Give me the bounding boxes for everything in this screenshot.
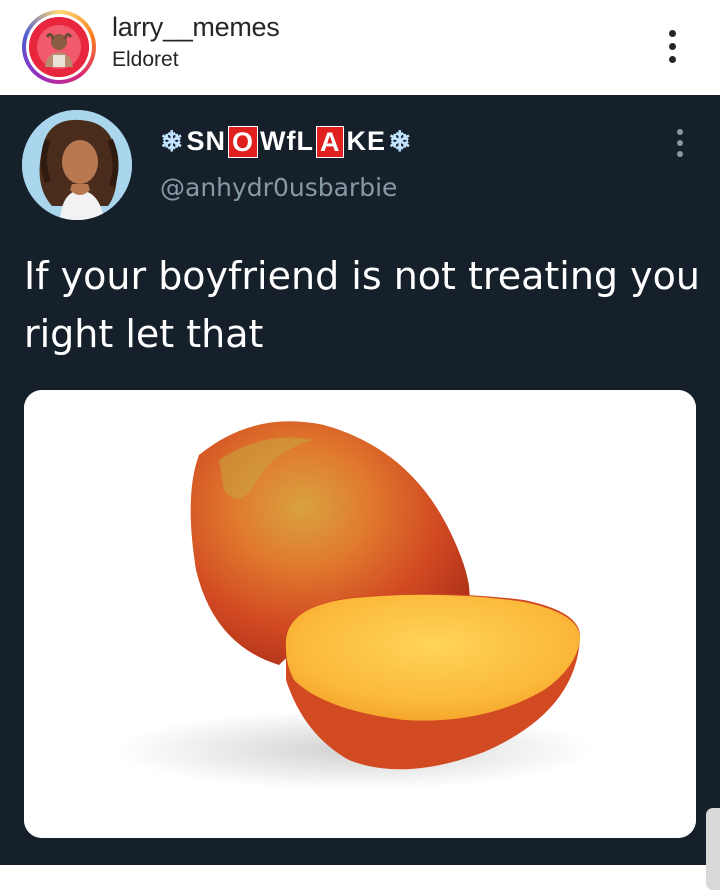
name-boxed-letter: O <box>227 125 258 158</box>
dot <box>677 151 683 157</box>
name-part: SN <box>186 126 226 156</box>
name-part: WfL <box>260 126 314 156</box>
more-options-icon[interactable] <box>652 26 692 66</box>
name-part: KE <box>346 126 386 156</box>
name-boxed-letter: A <box>315 125 345 158</box>
tweet-handle[interactable]: @anhydr0usbarbie <box>160 173 397 202</box>
avatar-frame <box>26 14 92 80</box>
post-username[interactable]: larry__memes <box>112 12 280 43</box>
snowflake-icon: ❄ <box>160 126 185 157</box>
snowflake-icon: ❄ <box>387 126 413 157</box>
tweet-more-icon[interactable] <box>666 129 694 157</box>
story-ring[interactable] <box>22 10 96 84</box>
tweet-text: If your boyfriend is not treating you ri… <box>24 254 700 356</box>
avatar[interactable] <box>29 17 89 77</box>
tweet-media[interactable] <box>24 390 696 838</box>
tweet-avatar-portrait-icon <box>22 110 132 220</box>
dot <box>677 140 683 146</box>
dot <box>677 129 683 135</box>
mango-image <box>24 390 696 838</box>
dot <box>668 42 676 50</box>
tweet-display-name[interactable]: ❄ SN O WfL A KE ❄ <box>160 125 412 158</box>
tweet-avatar <box>22 110 132 220</box>
post-footer <box>0 865 720 890</box>
post-header: larry__memes Eldoret <box>0 0 720 95</box>
post-location[interactable]: Eldoret <box>112 48 179 72</box>
avatar-person-icon <box>29 17 89 77</box>
tweet-card: ❄ SN O WfL A KE ❄ @anhydr0usbarbie If yo… <box>0 95 720 865</box>
scrollbar-handle[interactable] <box>706 808 720 890</box>
dot <box>668 55 676 63</box>
dot <box>668 29 676 37</box>
